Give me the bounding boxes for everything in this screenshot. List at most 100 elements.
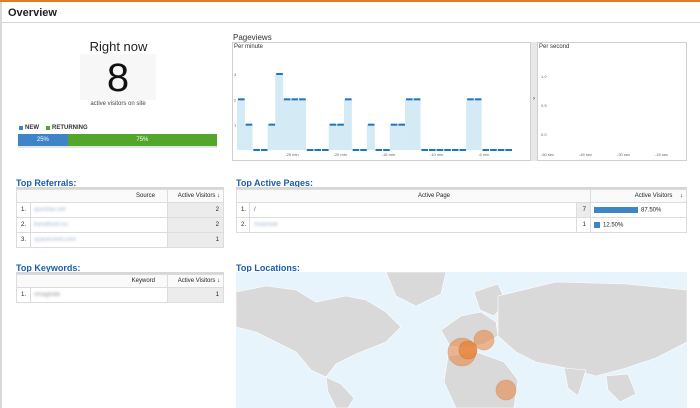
- pageview-marker: [344, 98, 352, 101]
- landmass-asia: [497, 281, 687, 377]
- active-visitors-header-text: Active Visitors: [177, 193, 216, 199]
- landmass-southeast-asia: [605, 373, 637, 403]
- top-active-pages-table: Active Page Active Visitors ↓ 1. / 7 87.…: [236, 189, 687, 233]
- active-page-link[interactable]: /: [249, 202, 577, 218]
- referral-source-text: spacecrest.com: [34, 237, 77, 243]
- location-bubble[interactable]: [458, 340, 478, 360]
- landmass-north-america: [236, 285, 402, 378]
- active-page-link[interactable]: /mainsite: [249, 217, 577, 233]
- x-tick-label: -15 sec: [655, 152, 668, 157]
- top-keywords-table: Keyword Active Visitors ↓ 1. vmagtsbb 1: [16, 274, 224, 303]
- x-tick-label: -20 min: [333, 152, 346, 157]
- active-visitors-column-header[interactable]: Active Visitors ↓: [590, 189, 687, 203]
- row-index: 2.: [16, 217, 31, 233]
- referral-source-link[interactable]: spacecrest.com: [30, 232, 168, 248]
- keyword-visitors: 1: [167, 287, 224, 303]
- x-tick-label: -45 sec: [579, 152, 592, 157]
- pageview-bar: [412, 99, 421, 150]
- pageview-marker: [459, 149, 467, 151]
- table-row: 2. trendfront.co 2: [16, 217, 224, 233]
- pageview-marker: [390, 123, 398, 126]
- pageview-bar: [237, 99, 245, 150]
- pageview-bar: [275, 74, 284, 150]
- world-map[interactable]: [236, 272, 687, 408]
- pageview-marker: [329, 123, 337, 126]
- share-percent: 12.50%: [603, 222, 624, 229]
- pageview-marker: [253, 149, 260, 151]
- table-row: 1. vmagtsbb 1: [16, 287, 224, 303]
- pageview-bar: [282, 99, 291, 150]
- pageview-marker: [467, 98, 474, 101]
- pageview-marker: [360, 149, 367, 151]
- active-page-text: /: [254, 207, 256, 213]
- pageview-bar: [290, 99, 299, 150]
- pageview-marker: [314, 149, 322, 151]
- pageview-marker: [245, 123, 253, 126]
- share-bar: [594, 221, 600, 228]
- y-tick-label: 3: [234, 72, 237, 77]
- sort-arrow-icon: ↓: [217, 278, 220, 284]
- keyword-column-header[interactable]: Keyword: [16, 274, 168, 288]
- active-visitors-header-text: Active Visitors: [177, 278, 216, 284]
- chevron-right-icon[interactable]: ›: [531, 96, 537, 102]
- active-visitors-column-header[interactable]: Active Visitors ↓: [167, 189, 224, 203]
- row-index: 1.: [16, 287, 31, 303]
- location-bubble[interactable]: [473, 329, 495, 351]
- y-tick-label: 0.5: [541, 103, 547, 108]
- frame-border: [0, 2, 2, 408]
- active-visitors-column-header[interactable]: Active Visitors ↓: [167, 274, 224, 288]
- referral-source-link[interactable]: quickfav.net: [30, 202, 168, 218]
- active-page-text: /mainsite: [254, 222, 279, 228]
- legend-new-label: NEW: [25, 125, 39, 131]
- pageview-bar: [336, 124, 345, 150]
- pageview-marker: [238, 98, 245, 101]
- legend-returning: RETURNING: [46, 125, 88, 131]
- pageview-marker: [474, 98, 482, 101]
- referral-source-link[interactable]: trendfront.co: [30, 217, 168, 233]
- row-index: 1.: [16, 202, 31, 218]
- pageview-marker: [444, 149, 451, 151]
- pageview-marker: [268, 123, 276, 126]
- table-header-row: Keyword Active Visitors ↓: [16, 274, 224, 288]
- table-row: 2. /mainsite 1 12.50%: [236, 217, 687, 233]
- table-row: 1. quickfav.net 2: [16, 202, 224, 218]
- pageview-marker: [337, 123, 344, 126]
- pageview-bar: [466, 99, 475, 150]
- table-row: 1. / 7 87.50%: [236, 202, 687, 218]
- pageview-marker: [383, 149, 390, 151]
- active-page-column-header[interactable]: Active Page: [236, 189, 591, 203]
- legend-new-swatch: [19, 126, 23, 130]
- ratio-bar-shadow: [18, 146, 217, 148]
- table-row: 3. spacecrest.com 1: [16, 232, 224, 248]
- ratio-returning-segment: 75%: [67, 134, 217, 146]
- keyword-text: vmagtsbb: [30, 287, 168, 303]
- pageview-marker: [436, 149, 444, 151]
- x-tick-label: -5 min: [478, 152, 489, 157]
- pageview-marker: [306, 149, 314, 151]
- active-page-share: 12.50%: [590, 217, 687, 233]
- pageview-bar: [473, 99, 482, 150]
- table-header-row: Source Active Visitors ↓: [16, 189, 224, 203]
- source-column-header-text: Source: [135, 193, 155, 199]
- pageview-marker: [428, 149, 436, 151]
- page-title: Overview: [8, 7, 57, 19]
- source-column-header[interactable]: Source: [16, 189, 168, 203]
- referral-visitors: 2: [167, 202, 224, 218]
- location-bubble[interactable]: [495, 379, 517, 401]
- title-divider: [2, 22, 700, 23]
- pageview-bar: [405, 99, 413, 150]
- per-minute-label: Per minute: [234, 44, 264, 50]
- visitor-ratio-bar: 25% 75%: [18, 134, 217, 146]
- pageview-marker: [260, 149, 268, 151]
- y-tick-label: 1.0: [541, 74, 547, 79]
- pageview-marker: [352, 149, 360, 151]
- pageview-marker: [299, 98, 306, 101]
- active-page-visitors: 1: [576, 217, 591, 233]
- per-second-label: Per second: [539, 44, 570, 50]
- landmass-greenland: [385, 272, 447, 307]
- pageview-marker: [451, 149, 459, 151]
- table-header-row: Active Page Active Visitors ↓: [236, 189, 687, 203]
- pageview-marker: [490, 149, 497, 151]
- landmass-central-america: [325, 376, 355, 408]
- x-tick-label: -60 sec: [541, 152, 554, 157]
